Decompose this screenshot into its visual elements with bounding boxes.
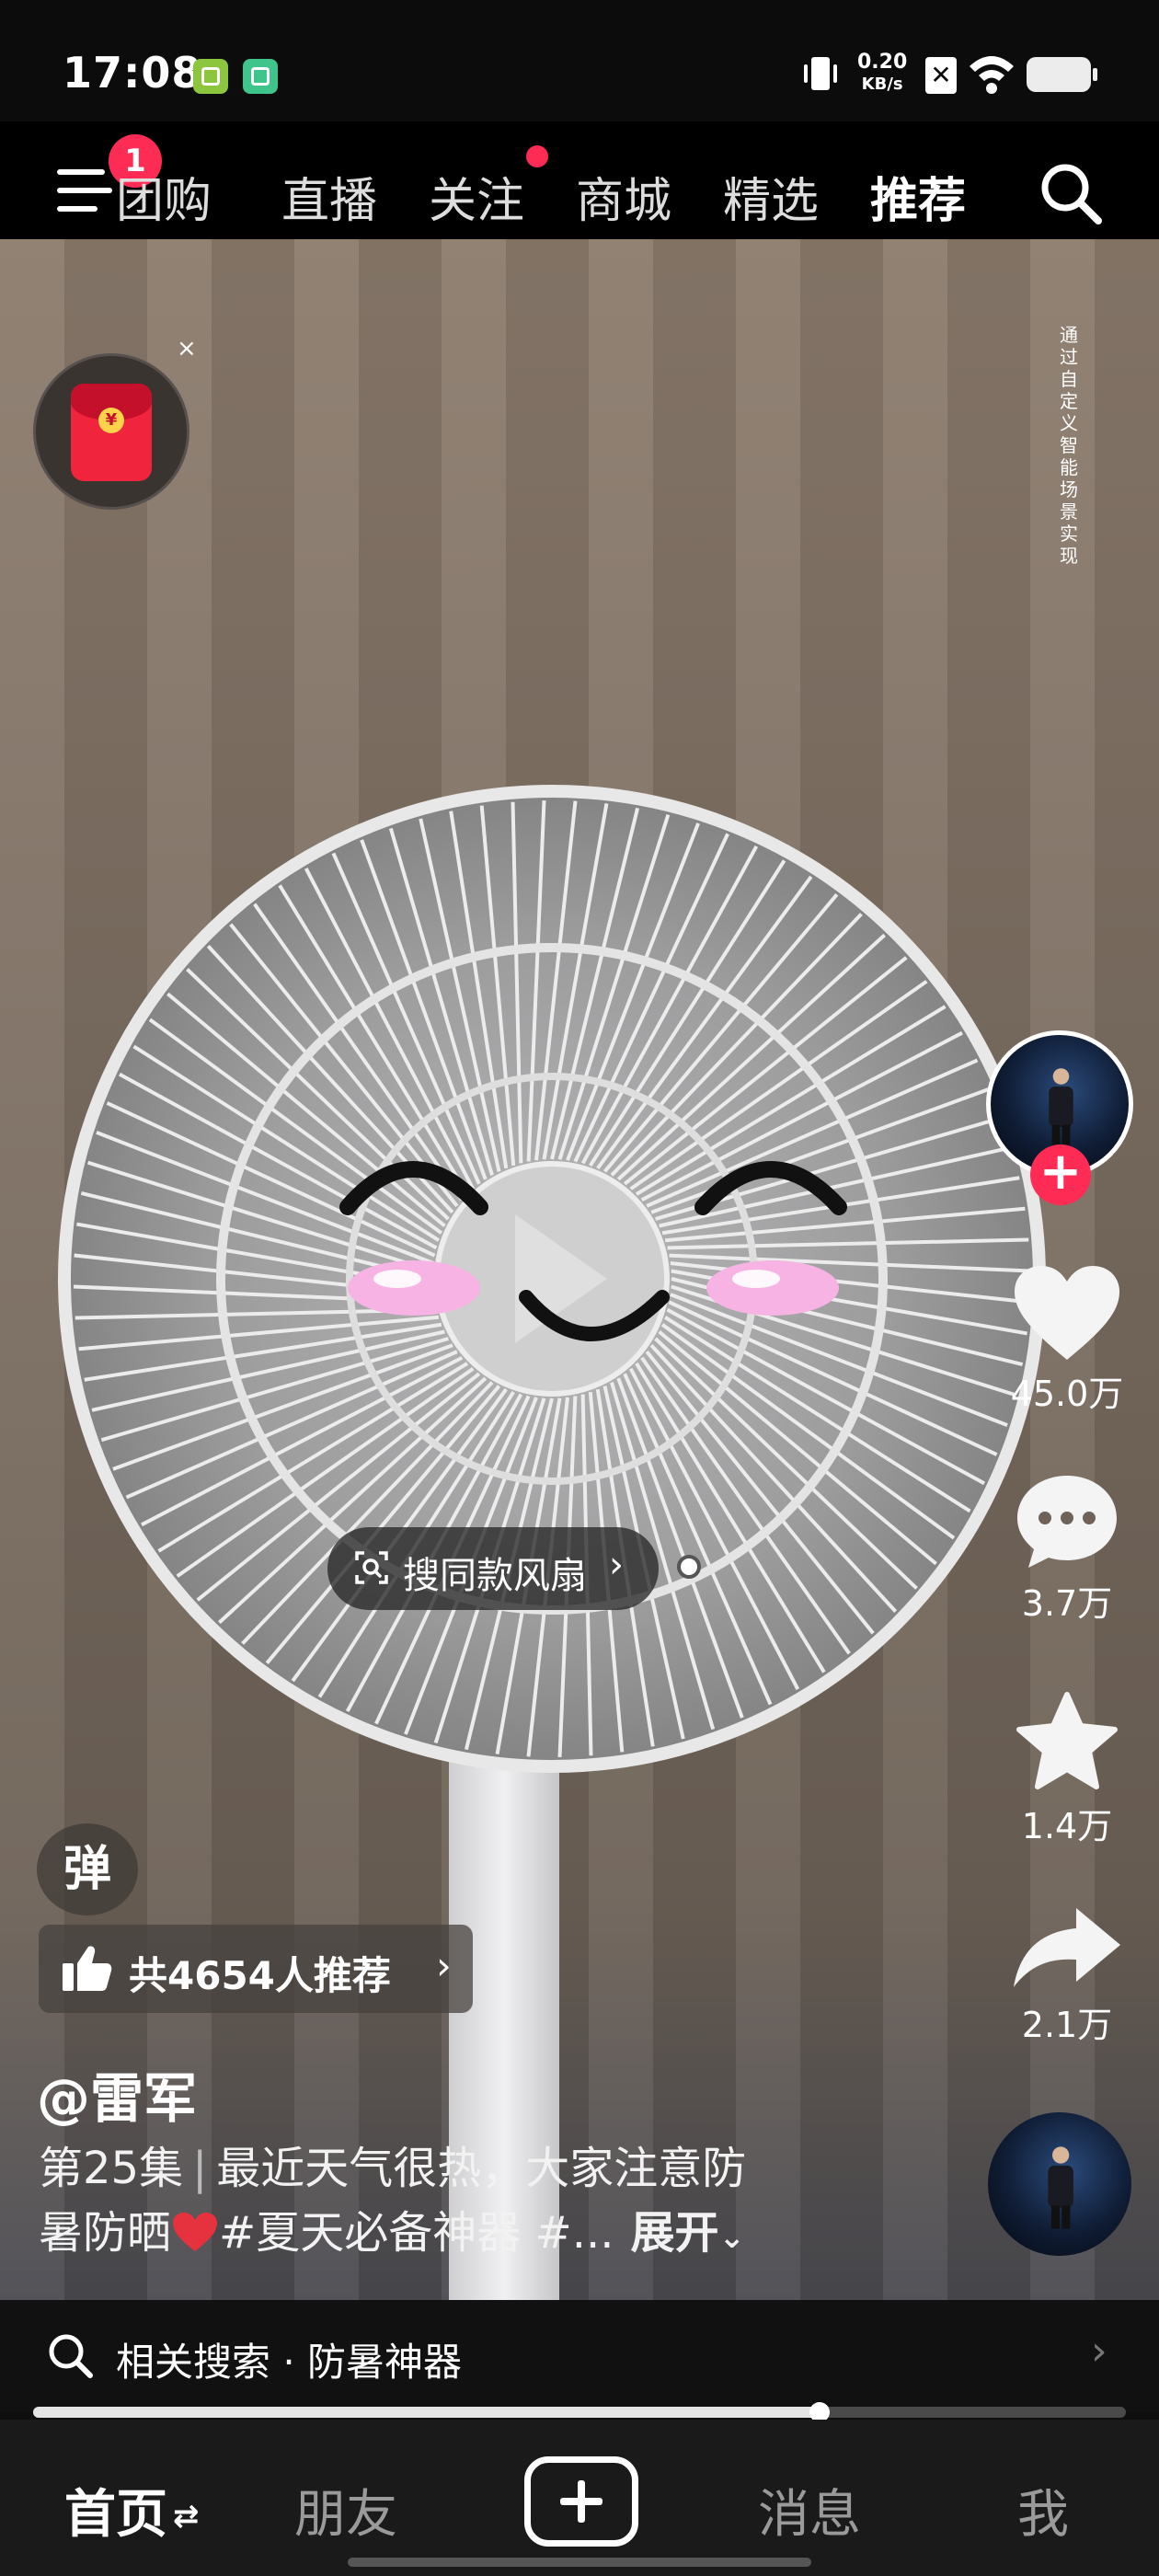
comment-count: 3.7万 xyxy=(1021,1583,1113,1624)
share-arrow-icon xyxy=(1014,1908,1120,1987)
video-caption: 第25集 | 最近天气很热，大家注意防 暑防晒 #夏天必备神器 #... 展开⌄ xyxy=(39,2136,848,2270)
network-speed: 0.20 KB/s xyxy=(857,52,907,96)
chevron-right-icon: › xyxy=(1091,2328,1107,2375)
caption-hashtags[interactable]: #夏天必备神器 #... xyxy=(219,2207,614,2259)
share-button[interactable]: 2.1万 xyxy=(1003,1904,1131,2047)
share-count: 2.1万 xyxy=(1021,2005,1113,2045)
person-silhouette-icon xyxy=(1048,2146,1074,2229)
star-icon xyxy=(1016,1692,1118,1789)
red-packet-widget[interactable]: ¥ xyxy=(33,353,189,510)
bottom-nav: 首页 ⇄ 朋友 消息 我 xyxy=(0,2420,1159,2576)
nav-friends[interactable]: 朋友 xyxy=(294,2473,397,2547)
chevron-right-icon: › xyxy=(436,1943,452,1988)
author-name[interactable]: @雷军 xyxy=(37,2055,197,2133)
caption-text-2: 暑防晒 xyxy=(39,2207,172,2259)
switch-arrows-icon: ⇄ xyxy=(173,2498,200,2535)
product-dot-indicator xyxy=(677,1555,701,1579)
scan-search-icon xyxy=(355,1551,388,1584)
fan-image xyxy=(58,785,1046,1773)
caption-episode[interactable]: 第25集 xyxy=(39,2143,183,2194)
create-post-button[interactable] xyxy=(524,2456,638,2547)
network-speed-value: 0.20 xyxy=(857,51,908,74)
tab-live[interactable]: 直播 xyxy=(281,162,377,231)
tab-mall[interactable]: 商城 xyxy=(576,162,671,231)
search-icon[interactable] xyxy=(1034,156,1107,230)
follow-button[interactable]: + xyxy=(1030,1144,1091,1205)
vibrate-icon xyxy=(804,57,837,90)
tab-following[interactable]: 关注 xyxy=(429,162,524,231)
battery-icon xyxy=(1027,57,1097,92)
recommend-count-label: 共4654人推荐 xyxy=(129,1953,391,1998)
video-progress-bar[interactable] xyxy=(33,2402,1126,2422)
expand-label: 展开 xyxy=(630,2207,719,2259)
scan-app-icon xyxy=(243,59,278,94)
red-heart-icon xyxy=(173,2213,218,2251)
progress-fill xyxy=(33,2407,820,2418)
vertical-caption: 通过自定义智能场景实现 xyxy=(1060,324,1078,567)
comment-button[interactable]: 3.7万 xyxy=(1003,1472,1131,1626)
related-search-label: 相关搜索 · 防暑神器 xyxy=(116,2340,463,2385)
nav-home[interactable]: 首页 ⇄ xyxy=(64,2473,200,2547)
comment-bubble-icon xyxy=(1017,1476,1117,1568)
tab-recommend[interactable]: 推荐 xyxy=(870,162,966,231)
tab-group-buy[interactable]: 团购 xyxy=(116,162,212,231)
wifi-icon xyxy=(970,56,1014,94)
menu-button[interactable] xyxy=(57,167,112,215)
status-time: 17:08 xyxy=(63,48,202,98)
sim-disabled-icon: ✕ xyxy=(925,57,957,94)
red-envelope-icon: ¥ xyxy=(71,384,152,481)
heart-icon xyxy=(1015,1266,1119,1360)
tab-featured[interactable]: 精选 xyxy=(723,162,819,231)
chevron-right-icon: › xyxy=(609,1544,624,1586)
like-count: 45.0万 xyxy=(1010,1374,1124,1414)
music-disc-avatar[interactable] xyxy=(988,2112,1131,2256)
like-button[interactable]: 45.0万 xyxy=(1003,1264,1131,1416)
yuan-coin-icon: ¥ xyxy=(98,408,124,433)
top-nav: 1 团购 直播 关注 商城 精选 推荐 xyxy=(0,121,1159,245)
nav-home-label: 首页 xyxy=(64,2485,167,2545)
favorite-count: 1.4万 xyxy=(1021,1806,1113,1846)
expand-caption-button[interactable]: 展开⌄ xyxy=(631,2207,746,2259)
thumbs-up-icon xyxy=(63,1946,112,1991)
network-speed-unit: KB/s xyxy=(861,75,903,94)
search-same-product-label: 搜同款风扇 xyxy=(403,1555,587,1597)
person-silhouette-icon xyxy=(1049,1068,1073,1147)
caption-separator: | xyxy=(192,2143,208,2194)
search-icon xyxy=(49,2334,93,2378)
related-search-bar[interactable]: 相关搜索 · 防暑神器 › xyxy=(0,2300,1159,2412)
favorite-button[interactable]: 1.4万 xyxy=(1003,1691,1131,1848)
danmu-toggle-button[interactable]: 弹 xyxy=(37,1823,138,1915)
search-same-product-button[interactable]: 搜同款风扇 › xyxy=(327,1527,659,1610)
video-player[interactable]: 通过自定义智能场景实现 ¥ × 搜同款风扇 › + 45.0万 3.7万 1.4… xyxy=(0,239,1159,2300)
following-new-dot xyxy=(526,145,548,167)
checklist-app-icon xyxy=(193,59,228,94)
caption-text-1: 最近天气很热，大家注意防 xyxy=(216,2143,747,2194)
nav-me[interactable]: 我 xyxy=(1017,2473,1069,2547)
home-indicator xyxy=(348,2558,811,2567)
red-packet-close-button[interactable]: × xyxy=(177,335,197,362)
nav-messages[interactable]: 消息 xyxy=(758,2473,861,2547)
recommend-count-button[interactable]: 共4654人推荐 › xyxy=(39,1925,473,2013)
status-bar: 17:08 0.20 KB/s ✕ xyxy=(0,0,1159,121)
chevron-down-icon: ⌄ xyxy=(718,2219,746,2256)
